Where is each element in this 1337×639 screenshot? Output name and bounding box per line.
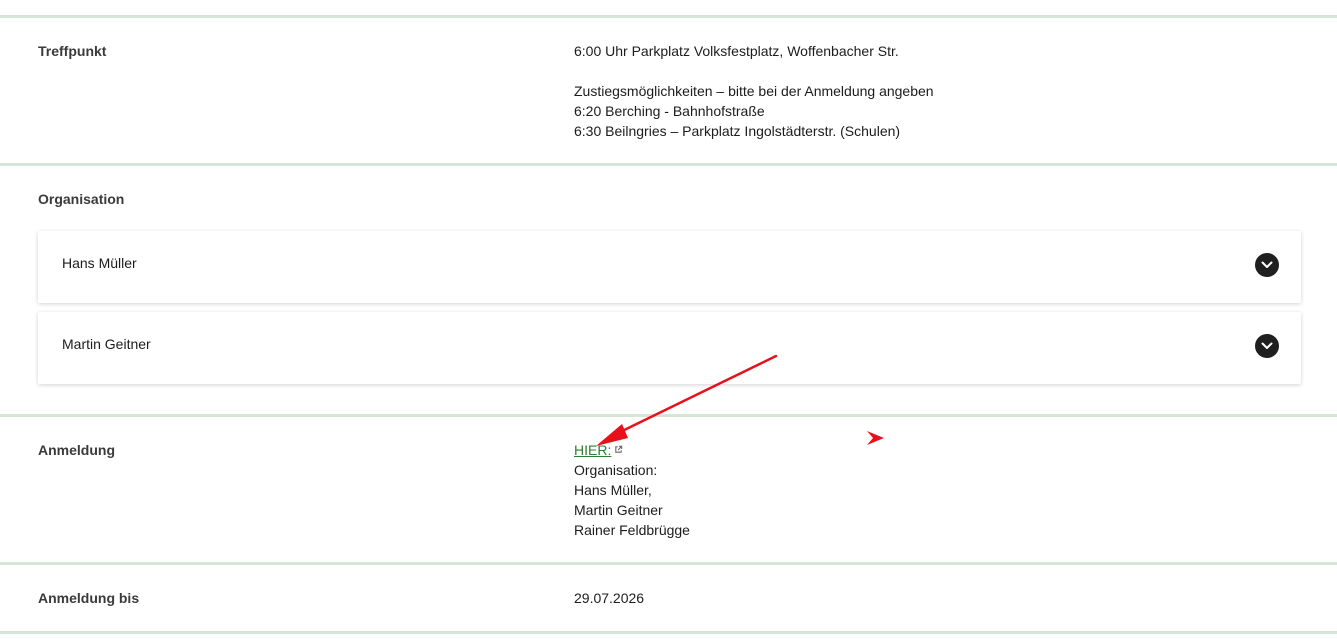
section-divider bbox=[0, 414, 1337, 417]
anmeldung-bis-label: Anmeldung bis bbox=[38, 590, 140, 606]
treffpunkt-value: 6:00 Uhr Parkplatz Volksfestplatz, Woffe… bbox=[574, 41, 934, 141]
contact-name: Hans Müller bbox=[62, 255, 137, 271]
expand-contact-button[interactable] bbox=[1255, 334, 1279, 358]
chevron-down-icon bbox=[1261, 261, 1273, 268]
anmeldung-line: Martin Geitner bbox=[574, 502, 663, 518]
contact-name: Martin Geitner bbox=[62, 336, 151, 352]
treffpunkt-line: 6:30 Beilngries – Parkplatz Ingolstädter… bbox=[574, 123, 901, 139]
anmeldung-line: Organisation: bbox=[574, 462, 658, 478]
contact-card-martin-geitner[interactable]: Martin Geitner bbox=[38, 312, 1301, 384]
organisation-label: Organisation bbox=[38, 191, 125, 207]
treffpunkt-line: 6:00 Uhr Parkplatz Volksfestplatz, Woffe… bbox=[574, 43, 899, 59]
section-divider bbox=[0, 15, 1337, 18]
expand-contact-button[interactable] bbox=[1255, 253, 1279, 277]
anmeldung-line: Hans Müller, bbox=[574, 482, 652, 498]
red-arrowhead-icon bbox=[867, 431, 884, 445]
event-details-page: Treffpunkt 6:00 Uhr Parkplatz Volksfestp… bbox=[0, 0, 1337, 639]
treffpunkt-line: Zustiegsmöglichkeiten – bitte bei der An… bbox=[574, 83, 934, 99]
treffpunkt-line: 6:20 Berching - Bahnhofstraße bbox=[574, 103, 765, 119]
section-divider bbox=[0, 631, 1337, 634]
anmeldung-line: Rainer Feldbrügge bbox=[574, 522, 690, 538]
registration-link[interactable]: HIER: bbox=[574, 442, 611, 458]
anmeldung-value: HIER: Organisation: Hans Müller, Martin … bbox=[574, 440, 690, 540]
contact-card-hans-mueller[interactable]: Hans Müller bbox=[38, 231, 1301, 303]
external-link-icon bbox=[615, 445, 623, 453]
chevron-down-icon bbox=[1261, 342, 1273, 349]
anmeldung-bis-value: 29.07.2026 bbox=[574, 590, 645, 606]
section-divider bbox=[0, 562, 1337, 565]
registration-link-row: HIER: bbox=[574, 440, 690, 460]
anmeldung-label: Anmeldung bbox=[38, 442, 115, 458]
treffpunkt-label: Treffpunkt bbox=[38, 43, 107, 59]
section-divider bbox=[0, 163, 1337, 166]
